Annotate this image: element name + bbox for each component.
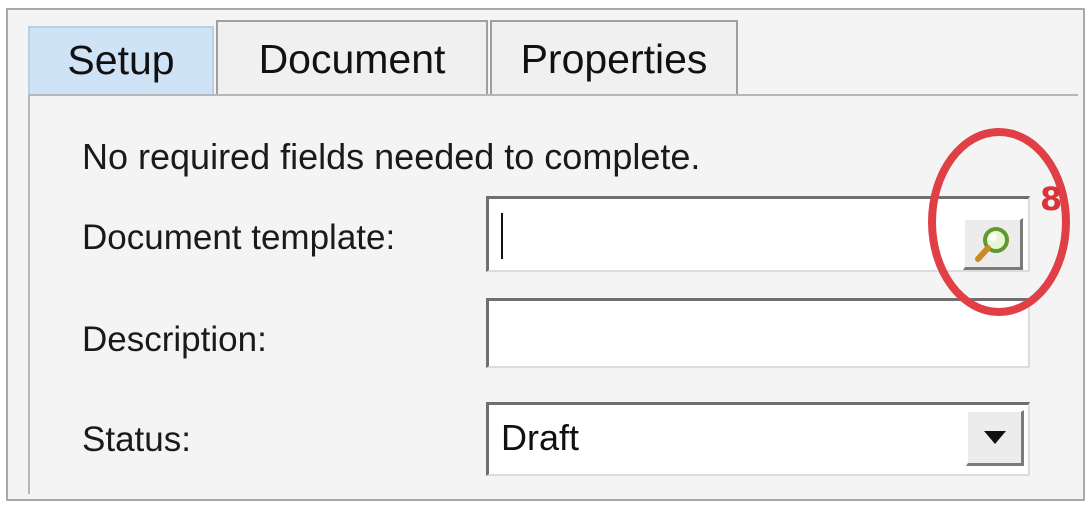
tab-setup[interactable]: Setup — [28, 26, 214, 96]
annotation-badge: 8 — [1040, 180, 1063, 218]
description-label: Description: — [82, 320, 267, 359]
document-template-label: Document template: — [82, 218, 396, 257]
description-input[interactable] — [486, 298, 1030, 368]
tab-document[interactable]: Document — [216, 20, 488, 94]
annotation-circle — [928, 128, 1070, 316]
triangle-down-icon — [983, 430, 1006, 444]
status-select[interactable]: Draft — [486, 402, 1030, 476]
status-label: Status: — [82, 420, 191, 459]
status-dropdown-button[interactable] — [966, 410, 1024, 466]
status-selected-value: Draft — [501, 417, 580, 458]
tab-properties[interactable]: Properties — [490, 20, 738, 94]
required-fields-message: No required fields needed to complete. — [82, 136, 701, 177]
text-caret — [501, 213, 503, 259]
